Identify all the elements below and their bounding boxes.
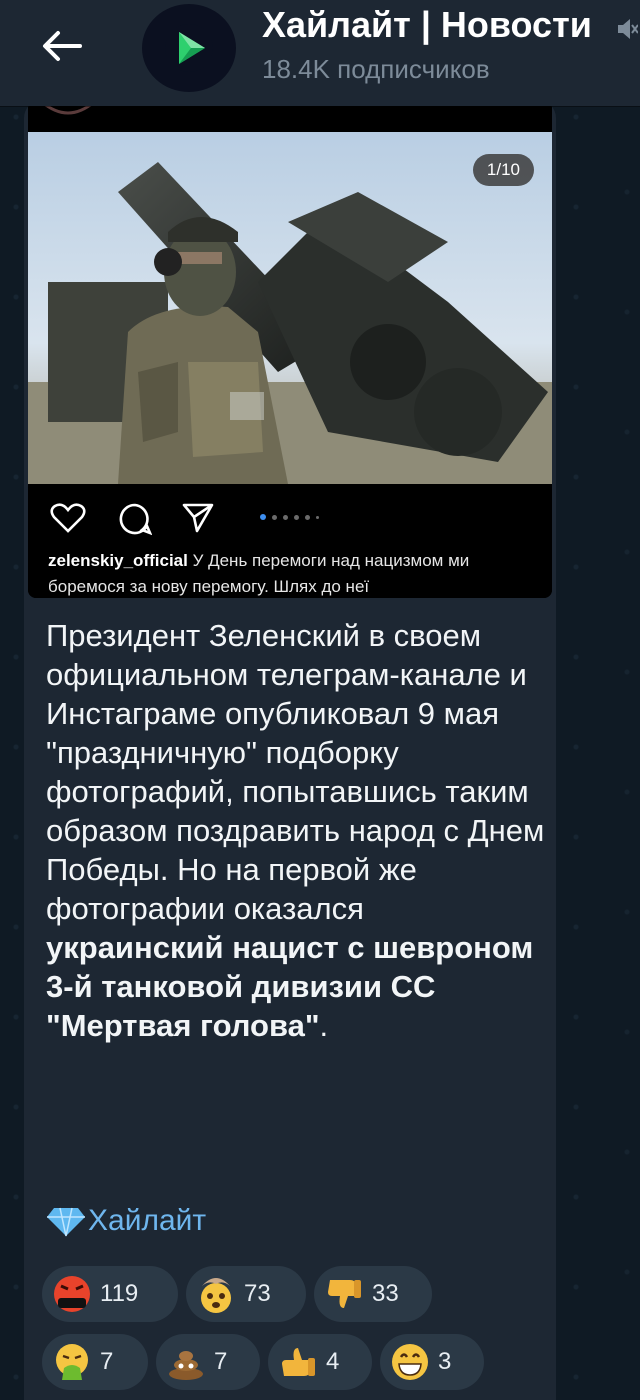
exploding-head-icon bbox=[201, 1278, 231, 1313]
message-text-bold: украинский нацист с шевроном 3-й танково… bbox=[46, 930, 534, 1043]
instagram-username: zelenskiy_official bbox=[48, 551, 188, 570]
reaction-thumbs-up[interactable]: 4 bbox=[268, 1334, 372, 1390]
back-button[interactable] bbox=[36, 24, 86, 68]
channel-avatar[interactable] bbox=[142, 4, 236, 92]
channel-signature-link[interactable]: Хайлайт bbox=[46, 1204, 206, 1238]
carousel-dot-active bbox=[260, 514, 266, 520]
gem-icon bbox=[47, 1207, 85, 1237]
subscriber-count: 18.4K подписчиков bbox=[262, 54, 490, 84]
mute-icon bbox=[618, 19, 638, 39]
grinning-face-icon bbox=[392, 1344, 428, 1380]
angry-face-icon bbox=[54, 1276, 90, 1312]
carousel-dot bbox=[316, 515, 319, 519]
instagram-caption: zelenskiy_official У День перемоги над н… bbox=[48, 548, 538, 598]
reaction-exploding-head[interactable]: 73 bbox=[186, 1266, 306, 1322]
carousel-dot bbox=[305, 514, 310, 520]
play-logo-icon bbox=[165, 24, 213, 72]
image-counter: 1/10 bbox=[472, 154, 534, 186]
message-bubble: 1/10 zelenskiy_official У День перемоги … bbox=[24, 100, 556, 1400]
soldier-artillery-image bbox=[28, 132, 552, 484]
message-text: Президент Зеленский в своем официальном … bbox=[46, 616, 546, 1045]
reaction-poop[interactable]: 7 bbox=[156, 1334, 260, 1390]
share-icon bbox=[182, 503, 214, 533]
reaction-count: 119 bbox=[100, 1280, 139, 1307]
poop-icon bbox=[169, 1351, 203, 1380]
reaction-thumbs-down[interactable]: 33 bbox=[314, 1266, 432, 1322]
reaction-angry[interactable]: 119 bbox=[42, 1266, 178, 1322]
reaction-count: 73 bbox=[244, 1280, 271, 1307]
comment-icon bbox=[119, 503, 152, 536]
carousel-dots bbox=[260, 514, 319, 520]
carousel-dot bbox=[294, 514, 299, 520]
carousel-dot bbox=[283, 514, 288, 520]
heart-icon bbox=[50, 503, 86, 533]
post-photo[interactable]: 1/10 zelenskiy_official У День перемоги … bbox=[28, 100, 552, 598]
reaction-count: 33 bbox=[372, 1280, 399, 1307]
instagram-actions: zelenskiy_official У День перемоги над н… bbox=[28, 484, 552, 598]
message-text-plain: Президент Зеленский в своем официальном … bbox=[46, 618, 545, 926]
thumbs-up-icon bbox=[282, 1348, 315, 1376]
reaction-count: 4 bbox=[326, 1348, 340, 1375]
carousel-dot bbox=[272, 514, 277, 520]
reaction-grinning[interactable]: 3 bbox=[380, 1334, 484, 1390]
thumbs-down-icon bbox=[328, 1280, 361, 1308]
channel-title[interactable]: Хайлайт | Новости bbox=[262, 4, 592, 46]
channel-header: Хайлайт | Новости 18.4K подписчиков bbox=[0, 0, 640, 106]
message-text-end: . bbox=[319, 1008, 329, 1043]
back-arrow-icon bbox=[43, 31, 82, 61]
reaction-vomiting[interactable]: 7 bbox=[42, 1334, 148, 1390]
signature-label: Хайлайт bbox=[88, 1204, 207, 1237]
reaction-count: 7 bbox=[214, 1348, 228, 1375]
reaction-count: 7 bbox=[100, 1348, 114, 1375]
reaction-count: 3 bbox=[438, 1348, 452, 1375]
vomiting-face-icon bbox=[56, 1344, 88, 1380]
